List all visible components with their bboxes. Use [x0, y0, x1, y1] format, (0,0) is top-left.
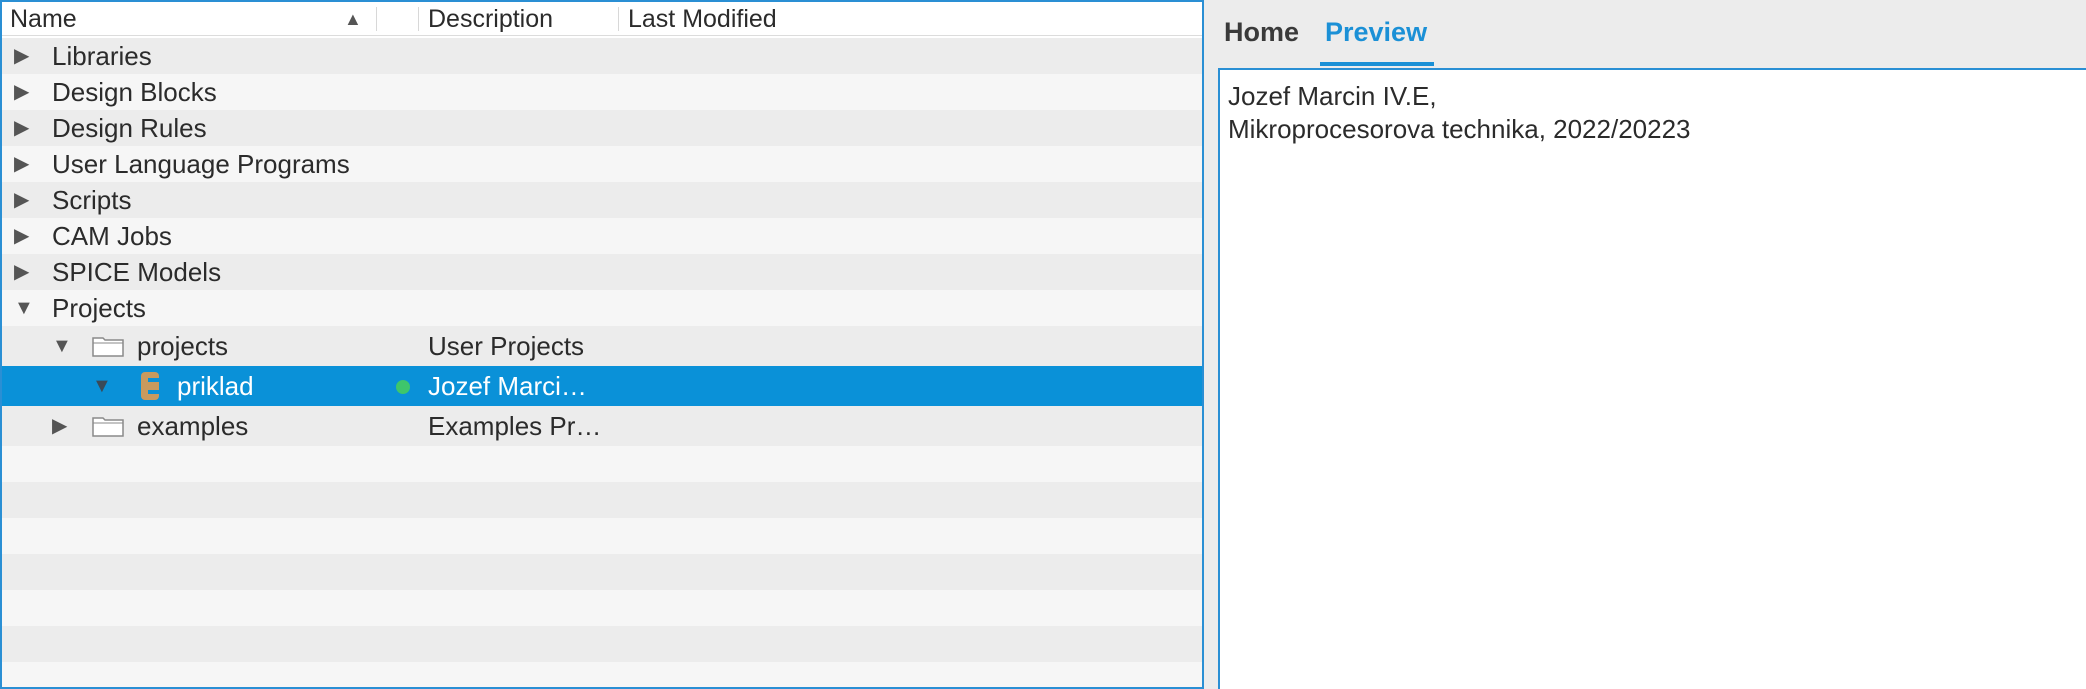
empty-row: [2, 518, 1202, 554]
tab-home[interactable]: Home: [1224, 0, 1299, 68]
tree-item-projects[interactable]: ▼ Projects: [2, 290, 1202, 326]
expand-arrow-icon[interactable]: ▶: [52, 406, 67, 446]
tree-item-libraries[interactable]: ▶ Libraries: [2, 38, 1202, 74]
collapse-arrow-icon[interactable]: ▼: [14, 290, 34, 326]
empty-row: [2, 554, 1202, 590]
column-separator[interactable]: [618, 7, 619, 31]
expand-arrow-icon[interactable]: ▶: [14, 146, 29, 182]
tree-item-label: projects: [137, 331, 229, 361]
expand-arrow-icon[interactable]: ▶: [14, 254, 29, 290]
preview-description-line: Jozef Marcin IV.E,: [1228, 81, 1437, 111]
tree-item-label: Libraries: [52, 41, 152, 71]
expand-arrow-icon[interactable]: ▶: [14, 74, 29, 110]
expand-arrow-icon[interactable]: ▶: [14, 182, 29, 218]
tree-item-label: priklad: [177, 371, 254, 401]
column-separator[interactable]: [376, 7, 377, 31]
tree-item-label: Design Blocks: [52, 77, 217, 107]
status-dot-icon: [396, 380, 410, 394]
tree-item-description: User Projects: [428, 331, 585, 361]
column-header-description[interactable]: Description: [428, 2, 553, 36]
active-tab-indicator: [1320, 62, 1434, 66]
empty-row: [2, 446, 1202, 482]
tree-item-label: User Language Programs: [52, 149, 350, 179]
tree-header: Name ▲ Description Last Modified: [2, 2, 1202, 36]
sort-ascending-icon[interactable]: ▲: [344, 2, 362, 36]
tree-item-label: Design Rules: [52, 113, 207, 143]
folder-icon: [92, 417, 124, 437]
folder-icon: [92, 337, 124, 357]
tree-item-label: examples: [137, 411, 249, 441]
preview-description-line: Mikroprocesorova technika, 2022/20223: [1228, 114, 1691, 144]
column-header-last-modified[interactable]: Last Modified: [628, 2, 777, 36]
tree-item-user-language-programs[interactable]: ▶ User Language Programs: [2, 146, 1202, 182]
collapse-arrow-icon[interactable]: ▼: [92, 366, 112, 406]
tree-item-cam-jobs[interactable]: ▶ CAM Jobs: [2, 218, 1202, 254]
empty-row: [2, 482, 1202, 518]
tree-item-projects-folder[interactable]: ▼ projects User Projects: [2, 326, 1202, 366]
tab-preview[interactable]: Preview: [1325, 0, 1427, 68]
tree-item-description: Jozef Marci…: [428, 371, 587, 401]
eagle-project-icon: [141, 372, 159, 400]
tree-item-description: Examples Pr…: [428, 411, 602, 441]
column-header-name[interactable]: Name: [10, 2, 77, 36]
tree-item-spice-models[interactable]: ▶ SPICE Models: [2, 254, 1202, 290]
tree-item-priklad[interactable]: ▼ priklad Jozef Marci…: [2, 366, 1202, 406]
empty-row: [2, 590, 1202, 626]
project-tree-panel: Name ▲ Description Last Modified ▶ Libra…: [0, 0, 1204, 689]
expand-arrow-icon[interactable]: ▶: [14, 218, 29, 254]
tree-item-label: Scripts: [52, 185, 132, 215]
tree-item-label: Projects: [52, 293, 146, 323]
tree-item-scripts[interactable]: ▶ Scripts: [2, 182, 1202, 218]
tree-item-examples[interactable]: ▶ examples Examples Pr…: [2, 406, 1202, 446]
empty-row: [2, 626, 1202, 662]
tree-item-label: CAM Jobs: [52, 221, 172, 251]
expand-arrow-icon[interactable]: ▶: [14, 38, 29, 74]
expand-arrow-icon[interactable]: ▶: [14, 110, 29, 146]
tree-item-label: SPICE Models: [52, 257, 222, 287]
collapse-arrow-icon[interactable]: ▼: [52, 326, 72, 366]
tree-item-design-rules[interactable]: ▶ Design Rules: [2, 110, 1202, 146]
column-separator[interactable]: [418, 7, 419, 31]
tree-item-design-blocks[interactable]: ▶ Design Blocks: [2, 74, 1202, 110]
tree-rows: ▶ Libraries ▶ Design Blocks ▶ Design Rul…: [2, 38, 1202, 687]
preview-pane: Jozef Marcin IV.E, Mikroprocesorova tech…: [1218, 68, 2086, 689]
empty-row: [2, 662, 1202, 687]
